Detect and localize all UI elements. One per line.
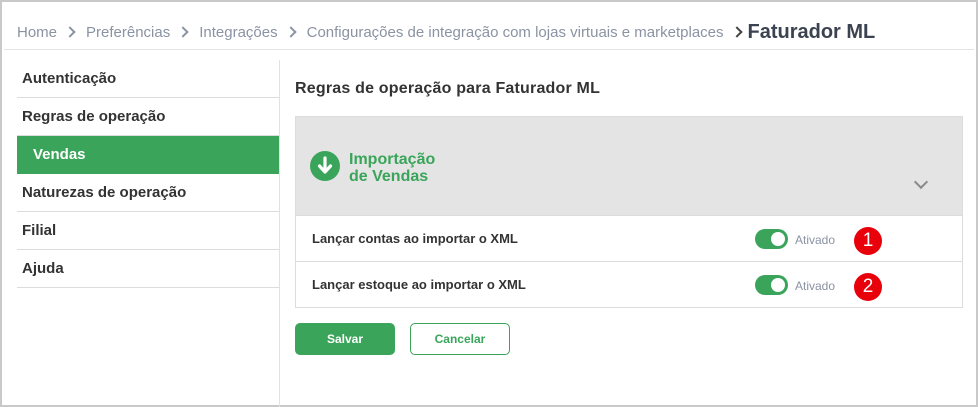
section-title: Regras de operação para Faturador ML [295,80,601,97]
sidebar-item-regras-de-operacao[interactable]: Regras de operação [17,98,279,136]
sidebar-item-ajuda[interactable]: Ajuda [17,250,279,288]
sidebar-divider [279,60,280,407]
setting-row-lancar-contas: Lançar contas ao importar o XML Ativado … [295,216,963,262]
page-title: Faturador ML [747,20,876,43]
breadcrumb: Home Preferências Integrações Configuraç… [17,16,875,48]
panel-title: Importação de Vendas [349,151,435,185]
breadcrumb-divider [4,49,974,50]
sidebar-item-vendas[interactable]: Vendas [17,136,279,174]
toggle-state-label: Ativado [795,233,836,247]
app-window: Home Preferências Integrações Configuraç… [0,0,978,407]
cancel-button[interactable]: Cancelar [410,323,510,355]
setting-row-lancar-estoque: Lançar estoque ao importar o XML Ativado… [295,262,963,308]
sidebar: Autenticação Regras de operação Vendas N… [17,60,279,288]
lancar-contas-toggle[interactable] [755,229,788,249]
breadcrumb-preferencias[interactable]: Preferências [86,24,170,41]
sidebar-item-naturezas-de-operacao[interactable]: Naturezas de operação [17,174,279,212]
lancar-estoque-toggle[interactable] [755,275,788,295]
breadcrumb-configuracoes[interactable]: Configurações de integração com lojas vi… [307,24,724,41]
chevron-down-icon[interactable] [913,174,929,190]
chevron-right-icon [64,26,76,38]
importacao-vendas-panel-header[interactable]: Importação de Vendas [295,116,963,216]
toggle-knob [771,278,785,292]
breadcrumb-integracoes[interactable]: Integrações [199,24,277,41]
setting-label: Lançar contas ao importar o XML [312,231,518,246]
save-button[interactable]: Salvar [295,323,395,355]
sidebar-item-filial[interactable]: Filial [17,212,279,250]
breadcrumb-home[interactable]: Home [17,24,57,41]
chevron-right-icon [177,26,189,38]
annotation-marker-2: 2 [854,273,882,301]
toggle-state-label: Ativado [795,279,836,293]
sidebar-item-autenticacao[interactable]: Autenticação [17,60,279,98]
arrow-down-circle-icon [310,151,340,181]
panel-title-line1: Importação [349,151,436,168]
annotation-marker-1: 1 [854,227,882,255]
chevron-right-icon [730,26,743,38]
setting-label: Lançar estoque ao importar o XML [312,277,526,292]
panel-title-line2: de Vendas [349,168,429,185]
chevron-right-icon [284,26,297,38]
toggle-knob [771,232,785,246]
